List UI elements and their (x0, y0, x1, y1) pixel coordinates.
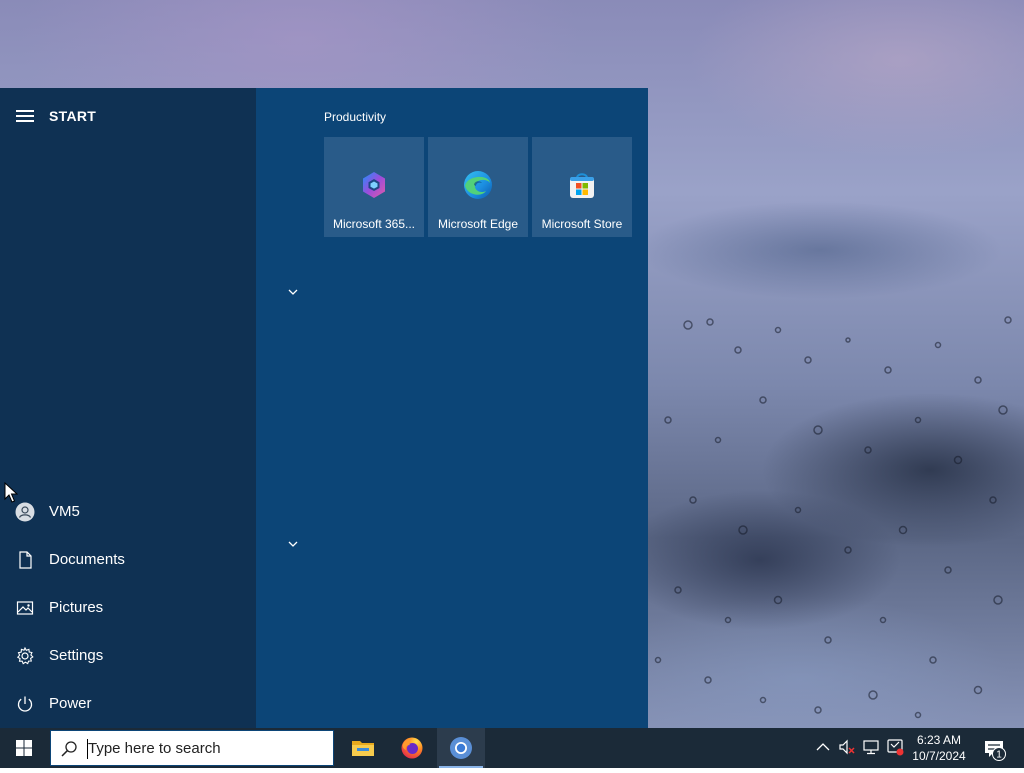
start-button[interactable] (0, 728, 48, 768)
action-center-button[interactable]: 1 (982, 728, 1012, 768)
store-icon (570, 173, 594, 198)
left-item-user[interactable]: VM5 (0, 490, 256, 534)
chrome-icon (450, 737, 472, 759)
notification-icon: 1 (985, 741, 1006, 761)
folder-icon (352, 741, 374, 756)
clock-time: 6:23 AM (916, 733, 962, 747)
tile-label: Microsoft 365... (332, 217, 416, 231)
tile-microsoft-store[interactable]: Microsoft Store (532, 137, 632, 237)
tile-microsoft-edge[interactable]: Microsoft Edge (428, 137, 528, 237)
edge-icon (464, 171, 492, 199)
gear-icon (16, 646, 34, 665)
left-item-label: Power (49, 695, 92, 712)
search-icon (61, 741, 77, 757)
mouse-cursor-icon (4, 482, 18, 503)
text-caret (87, 739, 88, 759)
tile-group-header[interactable]: Productivity (324, 110, 386, 124)
chevron-down-icon[interactable] (287, 540, 299, 548)
notification-count: 1 (996, 750, 1002, 761)
network-icon[interactable] (862, 738, 880, 756)
raindrops-decoration (654, 316, 1012, 719)
left-item-pictures[interactable]: Pictures (0, 586, 256, 630)
tile-microsoft-365[interactable]: Microsoft 365... (324, 137, 424, 237)
left-item-label: Pictures (49, 599, 104, 616)
windows-logo-icon (16, 740, 32, 756)
user-icon (15, 502, 35, 522)
taskbar-app-firefox[interactable] (388, 728, 436, 768)
left-item-label: Settings (49, 647, 104, 664)
left-item-settings[interactable]: Settings (0, 634, 256, 678)
pictures-icon (16, 601, 34, 615)
tile-label: Microsoft Store (541, 217, 623, 231)
taskbar-clock[interactable]: 6:23 AM 10/7/2024 (908, 732, 970, 764)
search-input[interactable] (88, 737, 328, 759)
taskbar-app-file-explorer[interactable] (339, 728, 387, 768)
clock-date: 10/7/2024 (912, 749, 966, 763)
start-tiles-pane: Productivity Microsoft 365... Microsoft … (256, 88, 648, 728)
taskbar: 6:23 AM 10/7/2024 1 (0, 728, 1024, 768)
chevron-up-icon[interactable] (814, 738, 832, 756)
power-icon (17, 696, 33, 712)
firefox-icon (401, 737, 423, 759)
tile-label: Microsoft Edge (437, 217, 519, 231)
document-icon (19, 551, 32, 569)
left-item-documents[interactable]: Documents (0, 538, 256, 582)
left-item-power[interactable]: Power (0, 682, 256, 726)
taskbar-app-chrome[interactable] (437, 728, 485, 768)
start-menu: START VM5 Documents Pictures Settings Po… (0, 88, 648, 728)
start-left-pane: START VM5 Documents Pictures Settings Po… (0, 88, 256, 728)
hamburger-menu-icon[interactable] (16, 110, 34, 124)
volume-muted-icon[interactable] (838, 738, 856, 756)
security-alert-icon[interactable] (886, 738, 904, 756)
left-item-label: VM5 (49, 503, 80, 520)
taskbar-search-box[interactable] (50, 730, 334, 766)
chevron-down-icon[interactable] (287, 288, 299, 296)
left-item-label: Documents (49, 551, 125, 568)
microsoft-365-icon (363, 172, 385, 198)
start-title: START (49, 108, 97, 124)
